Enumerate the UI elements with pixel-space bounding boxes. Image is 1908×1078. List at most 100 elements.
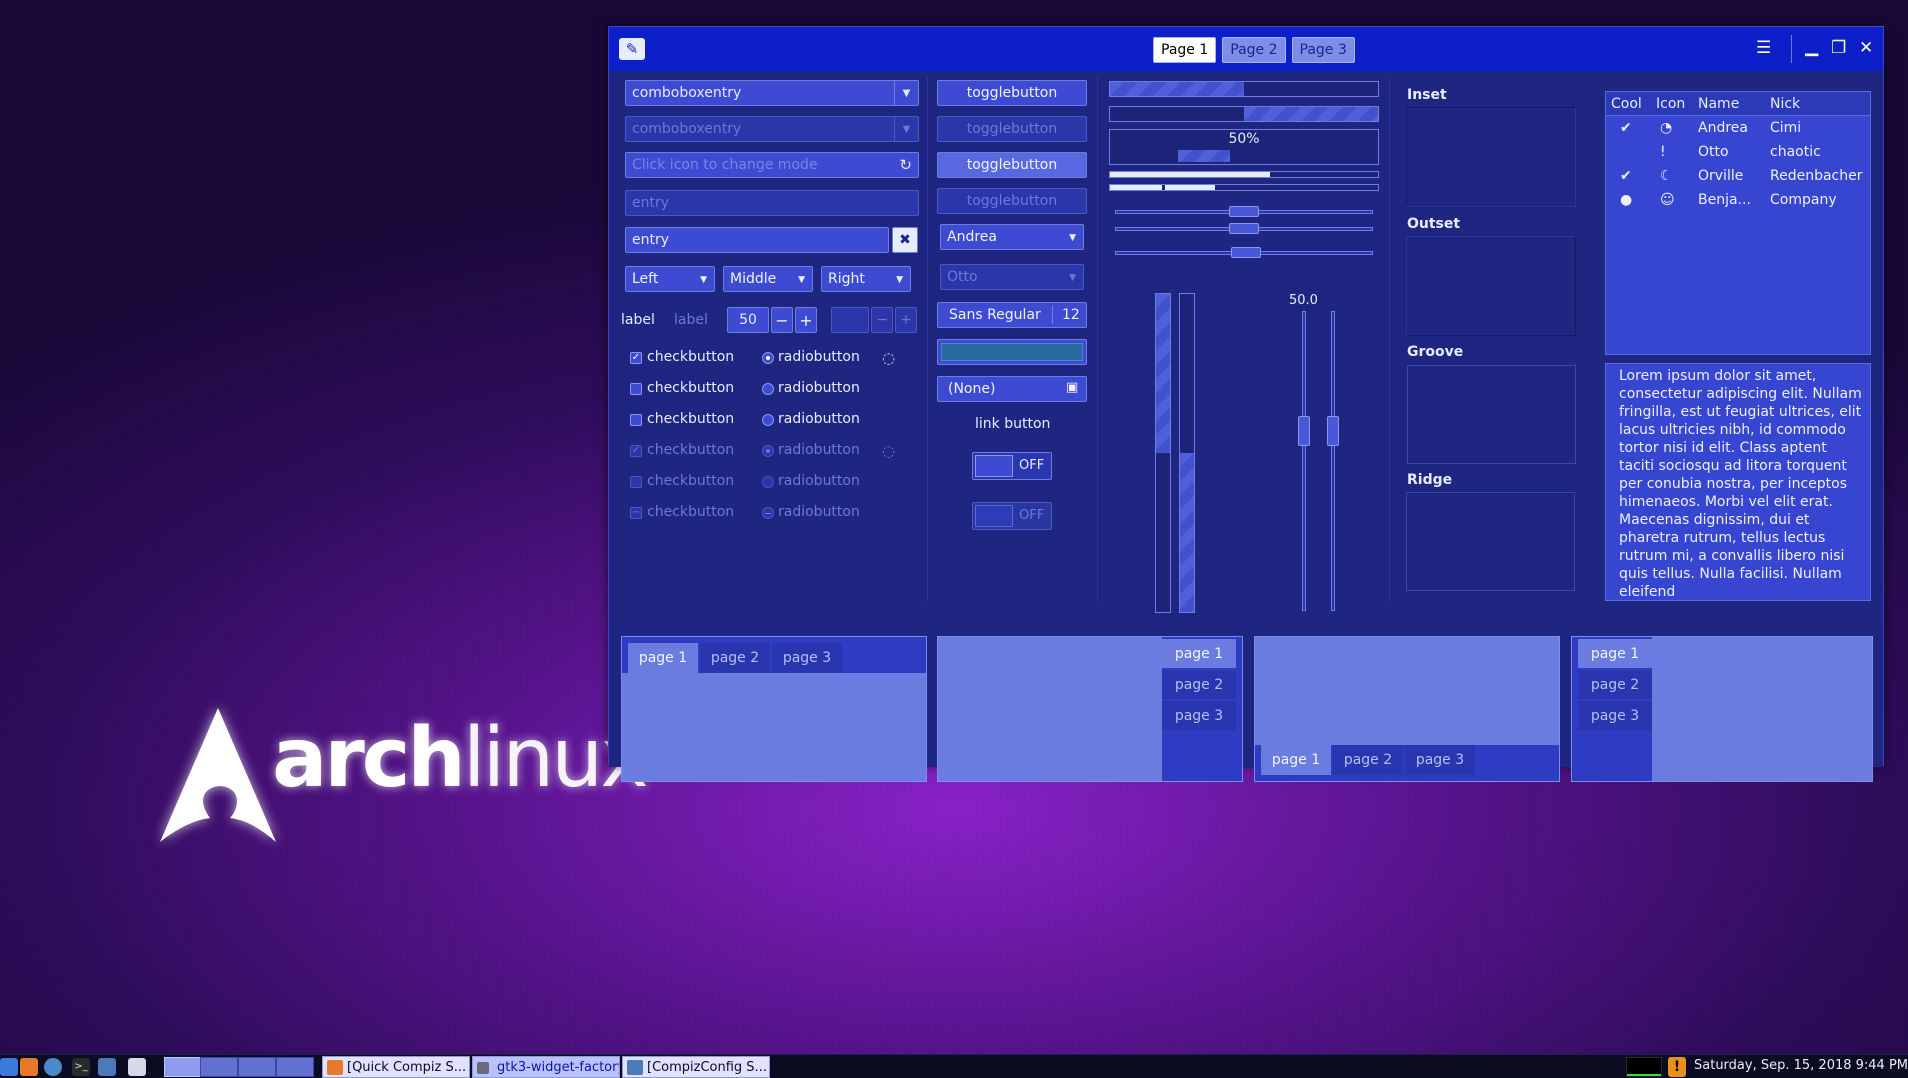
table-row[interactable]: ✔ ☾ Orville Redenbacher — [1606, 164, 1870, 188]
radiobutton-circle[interactable] — [762, 414, 774, 426]
color-swatch — [941, 343, 1083, 361]
combo-middle-text: Middle — [730, 271, 777, 287]
tree-cell-icon: ☾ — [1660, 168, 1673, 184]
stack-tab-page-1[interactable]: Page 1 — [1153, 37, 1217, 63]
notebook-tab-page-3[interactable]: page 3 — [1162, 701, 1236, 730]
entry-field[interactable]: entry — [625, 227, 889, 253]
checkbutton-label[interactable]: checkbutton — [647, 380, 734, 396]
notebook-tab-page-1[interactable]: page 1 — [1578, 639, 1652, 668]
checkbutton-label[interactable]: checkbutton — [647, 349, 734, 365]
chevron-down-icon[interactable]: ▼ — [894, 81, 918, 105]
switch-knob — [975, 505, 1013, 527]
notebook-tab-page-2[interactable]: page 2 — [700, 643, 770, 673]
task-compizconfig[interactable]: [CompizConfig S... — [622, 1056, 770, 1078]
tree-cell-icon: ! — [1660, 144, 1666, 160]
togglebutton-4: togglebutton — [937, 188, 1087, 214]
clear-entry-button[interactable]: ✖ — [892, 227, 918, 253]
font-button[interactable]: Sans Regular 12 — [937, 302, 1087, 328]
spin-plus-button[interactable]: + — [795, 307, 817, 333]
stack-tab-page-3[interactable]: Page 3 — [1291, 37, 1355, 63]
workspace-2[interactable] — [200, 1057, 238, 1077]
hscale-3-knob[interactable] — [1231, 247, 1261, 258]
app-menu-button[interactable]: ✎ — [619, 38, 645, 60]
gtk3-widget-factory-window: ✎ Page 1 Page 2 Page 3 ☰ ▁ ❐ ✕ comboboxe… — [608, 26, 1884, 782]
radiobutton-circle[interactable] — [762, 352, 774, 364]
checkbutton-label: checkbutton — [647, 473, 735, 489]
stack-tab-page-2[interactable]: Page 2 — [1222, 37, 1286, 63]
caret-down-icon: ▼ — [896, 275, 903, 285]
checkbutton-box[interactable] — [630, 383, 642, 395]
checkbutton-box[interactable] — [630, 414, 642, 426]
togglebutton-3[interactable]: togglebutton — [937, 152, 1087, 178]
column-header-icon[interactable]: Icon — [1656, 96, 1685, 112]
notebook-tab-page-3[interactable]: page 3 — [772, 643, 842, 673]
table-row[interactable]: ! Otto chaotic — [1606, 140, 1870, 164]
tree-view[interactable]: Cool Icon Name Nick ✔ ◔ Andrea Cimi! Otto cha… — [1605, 91, 1871, 355]
level-segment — [1165, 185, 1215, 190]
vscale-2-knob[interactable] — [1327, 416, 1339, 446]
workspace-1[interactable] — [164, 1057, 202, 1077]
workspace-4[interactable] — [276, 1057, 314, 1077]
refresh-icon[interactable]: ↻ — [899, 156, 912, 174]
vscale-1[interactable] — [1302, 311, 1306, 611]
clock[interactable]: Saturday, Sep. 15, 2018 9:44 PM — [1694, 1058, 1908, 1073]
notebook-tab-page-2[interactable]: page 2 — [1333, 745, 1403, 775]
notebook-tab-page-3[interactable]: page 3 — [1578, 701, 1652, 730]
table-row[interactable]: ● ☺ Benja... Company — [1606, 188, 1870, 212]
combo-right[interactable]: Right ▼ — [821, 266, 911, 292]
notebook-tab-page-1[interactable]: page 1 — [628, 643, 698, 673]
chromium-icon[interactable] — [44, 1058, 62, 1076]
terminal-icon[interactable]: >_ — [72, 1058, 90, 1076]
combo-middle[interactable]: Middle ▼ — [723, 266, 813, 292]
radiobutton-label[interactable]: radiobutton — [778, 380, 860, 396]
vscale-2[interactable] — [1331, 311, 1335, 611]
checkbutton-label: checkbutton — [647, 442, 735, 458]
column-header-nick[interactable]: Nick — [1770, 96, 1800, 112]
firefox-icon[interactable] — [20, 1058, 38, 1076]
notebook-tab-page-2[interactable]: page 2 — [1578, 670, 1652, 699]
notebook-tab-page-1[interactable]: page 1 — [1261, 745, 1331, 775]
checkbutton-label[interactable]: checkbutton — [647, 411, 734, 427]
workspace-3[interactable] — [238, 1057, 276, 1077]
maximize-icon[interactable]: ❐ — [1831, 38, 1846, 58]
togglebutton-1[interactable]: togglebutton — [937, 80, 1087, 106]
mode-entry[interactable]: Click icon to change mode ↻ — [625, 152, 919, 178]
show-desktop-icon[interactable] — [0, 1058, 18, 1076]
checkbutton-box[interactable]: ✓ — [630, 352, 642, 364]
task-quick-compiz[interactable]: [Quick Compiz S... — [322, 1056, 470, 1078]
task-gtk3-widget-factory[interactable]: gtk3-widget-factory — [472, 1056, 620, 1078]
hscale-1-knob[interactable] — [1229, 206, 1259, 217]
tree-cell-name: Andrea — [1698, 120, 1748, 136]
text-view[interactable]: Lorem ipsum dolor sit amet, consectetur … — [1605, 363, 1871, 601]
column-header-name[interactable]: Name — [1698, 96, 1739, 112]
switch-off[interactable]: OFF — [972, 452, 1052, 480]
radiobutton-label[interactable]: radiobutton — [778, 349, 860, 365]
notebook-tab-page-2[interactable]: page 2 — [1162, 670, 1236, 699]
column-header-cool[interactable]: Cool — [1611, 96, 1642, 112]
table-row[interactable]: ✔ ◔ Andrea Cimi — [1606, 116, 1870, 140]
minimize-icon[interactable]: ▁ — [1805, 37, 1818, 57]
file-manager-icon[interactable] — [128, 1058, 146, 1076]
notebook-tab-page-3[interactable]: page 3 — [1405, 745, 1475, 775]
spin-minus-button[interactable]: − — [771, 307, 793, 333]
combo-andrea[interactable]: Andrea ▼ — [940, 224, 1084, 250]
file-chooser-button[interactable]: (None) ▣ — [937, 376, 1087, 402]
warning-icon[interactable]: ! — [1668, 1057, 1686, 1077]
radiobutton-circle[interactable] — [762, 383, 774, 395]
combo-left[interactable]: Left ▼ — [625, 266, 715, 292]
hamburger-menu-icon[interactable]: ☰ — [1756, 38, 1771, 58]
cpu-monitor[interactable] — [1626, 1057, 1662, 1077]
comboboxentry-1[interactable]: comboboxentry ▼ — [625, 80, 919, 106]
mode-entry-placeholder: Click icon to change mode — [632, 157, 818, 173]
notebook-tab-page-1[interactable]: page 1 — [1162, 639, 1236, 668]
spinbutton-value[interactable]: 50 — [727, 307, 769, 333]
entry-placeholder-field[interactable]: entry — [625, 190, 919, 216]
vscale-1-knob[interactable] — [1298, 416, 1310, 446]
link-button[interactable]: link button — [975, 416, 1050, 432]
hscale-2-knob[interactable] — [1229, 223, 1259, 234]
compiz-config-icon[interactable] — [98, 1058, 116, 1076]
task-label: gtk3-widget-factory — [497, 1059, 620, 1075]
radiobutton-label[interactable]: radiobutton — [778, 411, 860, 427]
close-icon[interactable]: ✕ — [1859, 38, 1873, 58]
color-button[interactable] — [937, 339, 1087, 365]
